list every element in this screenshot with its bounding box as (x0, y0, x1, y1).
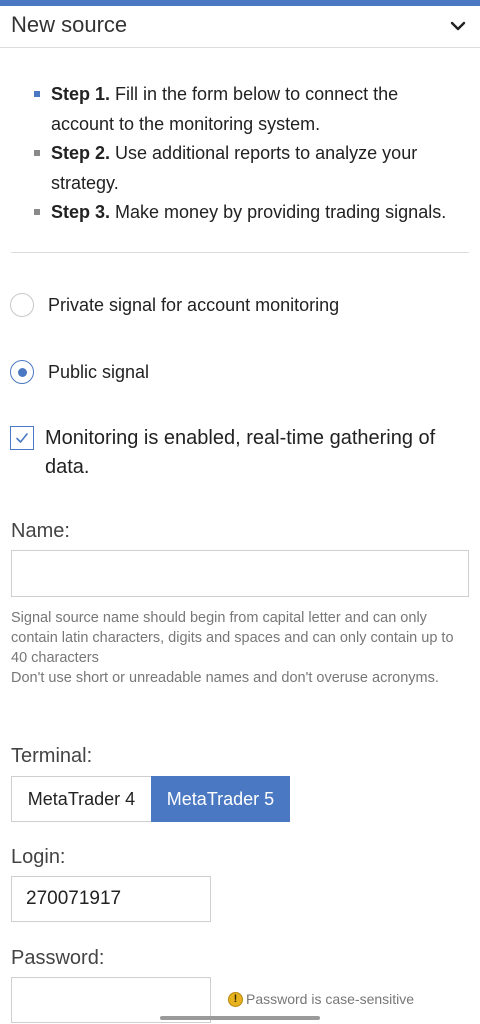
name-hint-line: Signal source name should begin from cap… (11, 610, 454, 666)
checkmark-icon (16, 433, 28, 443)
bullet-icon (34, 91, 40, 97)
bullet-icon (34, 209, 40, 215)
monitoring-checkbox[interactable] (10, 426, 34, 450)
name-input[interactable] (11, 550, 469, 597)
terminal-selector[interactable]: MetaTrader 4 MetaTrader 5 (11, 776, 290, 822)
radio-label: Public signal (48, 361, 150, 382)
password-label: Password: (11, 947, 105, 969)
step-text: Make money by providing trading signals. (110, 202, 447, 222)
radio-button[interactable] (10, 293, 34, 317)
radio-private-signal[interactable]: Private signal for account monitoring (10, 291, 339, 319)
step-label: Step 3. (51, 202, 111, 222)
terminal-option-mt4[interactable]: MetaTrader 4 (11, 776, 151, 822)
name-hint-line: Don't use short or unreadable names and … (11, 670, 439, 686)
monitoring-label: Monitoring is enabled, real-time gatheri… (45, 427, 436, 478)
login-input[interactable] (11, 876, 211, 922)
step-label: Step 1. (51, 84, 111, 104)
bullet-icon (34, 150, 40, 156)
name-hint: Signal source name should begin from cap… (11, 608, 473, 688)
step-label: Step 2. (51, 143, 111, 163)
step-item: Step 3. Make money by providing trading … (34, 198, 464, 228)
password-hint: ! Password is case-sensitive (228, 991, 414, 1007)
name-label: Name: (11, 520, 70, 542)
terminal-label: Terminal: (11, 745, 93, 767)
radio-public-signal[interactable]: Public signal (10, 358, 149, 386)
password-hint-text: Password is case-sensitive (246, 991, 415, 1007)
terminal-option-mt5[interactable]: MetaTrader 5 (151, 776, 290, 822)
warning-icon: ! (228, 991, 243, 1007)
step-item: Step 1. Fill in the form below to connec… (34, 80, 464, 139)
radio-label: Private signal for account monitoring (48, 294, 340, 315)
divider (11, 252, 469, 253)
steps-list: Step 1. Fill in the form below to connec… (34, 80, 464, 228)
page-title: New source (11, 12, 128, 37)
chevron-down-icon[interactable] (448, 16, 468, 36)
home-indicator[interactable] (160, 1016, 320, 1020)
section-header[interactable]: New source (0, 6, 480, 48)
radio-button[interactable] (10, 360, 34, 384)
step-item: Step 2. Use additional reports to analyz… (34, 139, 464, 198)
login-label: Login: (11, 846, 66, 868)
